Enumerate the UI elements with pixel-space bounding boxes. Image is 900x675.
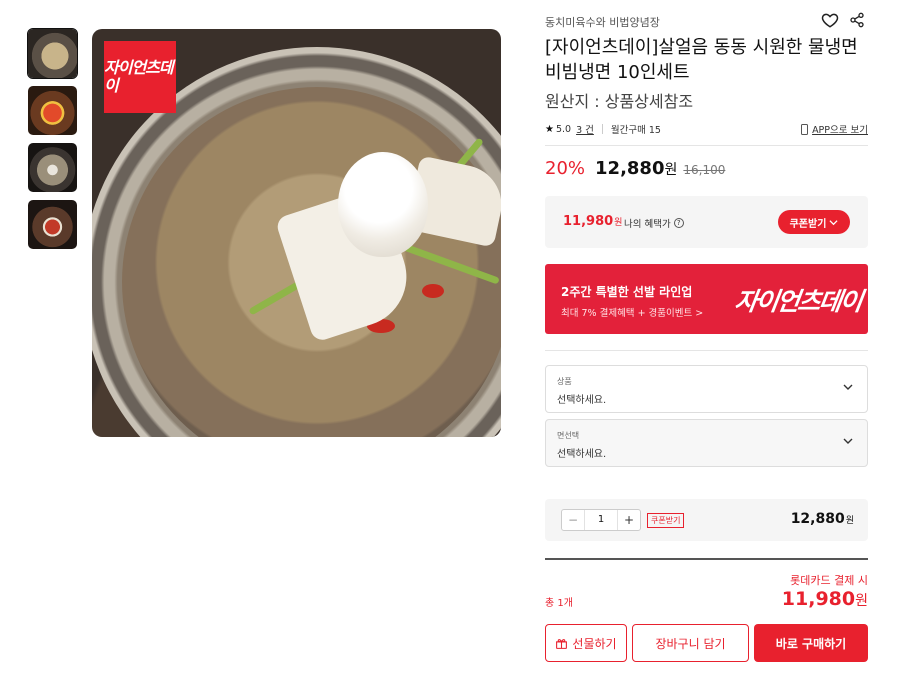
quantity-decrease-button[interactable]: − <box>562 510 584 530</box>
chili-slice <box>422 284 444 298</box>
product-origin: 원산지 : 상품상세참조 <box>545 92 694 111</box>
option-select-product[interactable]: 상품 선택하세요. <box>545 365 868 413</box>
option-select-value: 선택하세요. <box>557 395 607 406</box>
add-to-cart-button[interactable]: 장바구니 담기 <box>632 624 749 662</box>
chevron-down-icon <box>829 219 838 225</box>
quantity-stepper: − 1 + <box>561 509 641 531</box>
gift-icon <box>556 638 568 649</box>
thumbnail-4[interactable] <box>28 200 77 249</box>
quantity-box: − 1 + 쿠폰받기 12,880원 <box>545 499 868 541</box>
help-icon[interactable]: ? <box>673 218 684 228</box>
quantity-price-unit: 원 <box>845 516 854 526</box>
main-product-image: 자이언츠데이 <box>92 29 501 437</box>
divider <box>545 558 868 560</box>
product-brand[interactable]: 동치미육수와 비법양념장 <box>545 14 660 30</box>
meta-separator <box>601 124 603 134</box>
share-icon[interactable] <box>849 12 865 28</box>
quantity-coupon-tag[interactable]: 쿠폰받기 <box>647 513 685 528</box>
brand-logo-badge: 자이언츠데이 <box>104 41 176 113</box>
benefit-label: 나의 혜택가 ? <box>624 216 684 230</box>
action-buttons: 선물하기 장바구니 담기 바로 구매하기 <box>545 624 868 662</box>
thumbnail-3[interactable] <box>28 143 77 192</box>
divider <box>545 350 868 351</box>
coupon-button-label: 쿠폰받기 <box>789 218 827 230</box>
star-icon: ★ <box>545 123 554 135</box>
chevron-down-icon <box>843 438 853 444</box>
total-count: 총 1개 <box>545 598 573 609</box>
benefit-price: 11,980원 <box>563 214 622 229</box>
product-meta: ★ 5.0 3 건 월간구매 15 APP으로 보기 <box>545 122 868 136</box>
total-price: 11,980원 <box>782 588 868 610</box>
discount-rate: 20% <box>545 158 586 179</box>
boiled-egg <box>338 152 428 257</box>
rating-value: 5.0 <box>555 123 572 135</box>
benefit-price-box: 11,980원 나의 혜택가 ? 쿠폰받기 <box>545 196 868 248</box>
promo-banner-subtitle: 최대 7% 결제혜택 + 경품이벤트 > <box>561 308 704 319</box>
card-payment-note: 롯데카드 결제 시 <box>790 574 868 587</box>
thumbnail-list <box>27 28 78 257</box>
total-price-value: 11,980 <box>781 588 856 610</box>
chevron-down-icon <box>843 384 853 390</box>
review-count-link[interactable]: 3 건 <box>576 122 594 136</box>
gift-button[interactable]: 선물하기 <box>545 624 627 662</box>
thumbnail-2[interactable] <box>28 86 77 135</box>
phone-icon <box>801 123 809 135</box>
benefit-price-unit: 원 <box>614 218 623 228</box>
price-unit: 원 <box>664 162 678 178</box>
divider <box>545 145 868 146</box>
total-price-unit: 원 <box>855 593 868 609</box>
quantity-price: 12,880원 <box>791 511 854 527</box>
quantity-price-value: 12,880 <box>790 511 845 527</box>
quantity-value[interactable]: 1 <box>584 510 618 530</box>
price-row: 20% 12,880 원 16,100 <box>545 158 725 179</box>
option-select-value: 선택하세요. <box>557 449 607 460</box>
sale-price: 12,880 <box>595 158 665 179</box>
quantity-increase-button[interactable]: + <box>618 510 640 530</box>
benefit-label-text: 나의 혜택가 <box>624 219 671 230</box>
thumbnail-1[interactable] <box>27 28 78 79</box>
option-select-noodle[interactable]: 면선택 선택하세요. <box>545 419 868 467</box>
promo-banner[interactable]: 2주간 특별한 선발 라인업 최대 7% 결제혜택 + 경품이벤트 > 자이언츠… <box>545 264 868 334</box>
monthly-sales: 월간구매 15 <box>610 125 661 136</box>
coupon-download-button[interactable]: 쿠폰받기 <box>778 210 850 234</box>
promo-banner-logo: 자이언츠데이 <box>732 287 863 316</box>
app-view-label: APP으로 보기 <box>812 125 868 136</box>
benefit-price-value: 11,980 <box>563 214 614 229</box>
option-select-label: 면선택 <box>557 431 580 440</box>
gift-button-label: 선물하기 <box>572 636 617 651</box>
product-title: [자이언츠데이]살얼음 동동 시원한 물냉면 비빔냉면 10인세트 <box>545 37 858 83</box>
heart-icon[interactable] <box>821 11 839 29</box>
original-price: 16,100 <box>683 163 726 177</box>
option-select-label: 상품 <box>557 377 572 386</box>
promo-banner-title: 2주간 특별한 선발 라인업 <box>561 285 693 299</box>
brand-logo-text: 자이언츠데이 <box>104 58 174 95</box>
buy-now-button[interactable]: 바로 구매하기 <box>754 624 868 662</box>
app-view-link[interactable]: APP으로 보기 <box>801 122 868 136</box>
